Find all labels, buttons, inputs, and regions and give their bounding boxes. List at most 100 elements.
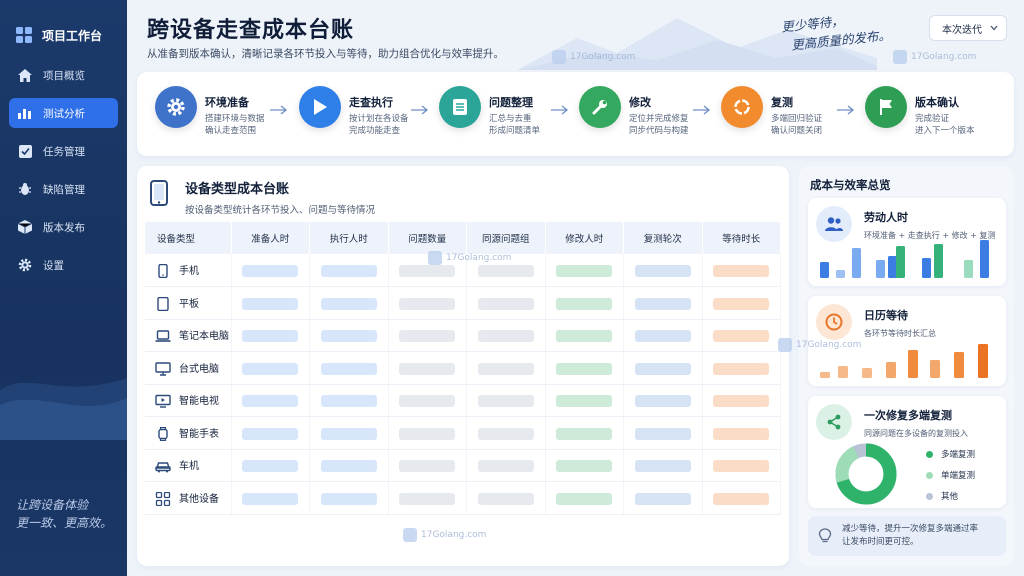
step-execution[interactable]: 走查执行 按计划在各设备 完成功能走查 [299,86,409,137]
cell-groups [466,286,546,320]
people-icon [816,206,852,242]
labor-bar [980,240,989,278]
cell-fix [545,481,624,515]
sidebar-nav: 项目概览 测试分析 任务管理 缺陷管理 版本发布 设置 [0,60,127,280]
value-bar [242,395,299,408]
legend-item: 单端复测 [926,469,975,481]
table-row[interactable]: 台式电脑 [145,351,781,385]
sidebar-item-label: 版本发布 [43,221,85,234]
cell-retest [623,481,703,515]
cell-retest [623,416,703,450]
value-bar [320,330,377,343]
value-bar [399,427,456,440]
cell-wait [702,351,781,385]
watermark: 17Golang.com [428,251,511,265]
table-row[interactable]: 平板 [145,286,781,320]
step-fix[interactable]: 修改 定位并完成修复 同步代码与构建 [579,86,689,137]
value-bar [320,427,377,440]
step-version-confirm[interactable]: 版本确认 完成验证 进入下一个版本 [865,86,975,137]
value-bar [477,460,534,473]
step-title: 修改 [629,96,651,109]
cell-prep [231,351,310,385]
lightbulb-icon [818,528,832,543]
arrow-right-icon [270,105,288,115]
sidebar-item-label: 缺陷管理 [43,183,85,196]
tip-box: 减少等待，提升一次修复多端通过率 让发布时间更可控。 [808,516,1006,556]
step-env-prep[interactable]: 环境准备 搭建环境与数据 确认走查范围 [155,86,265,137]
sidebar-item-release[interactable]: 版本发布 [9,212,118,242]
cell-fix [545,254,624,287]
value-bar [320,395,377,408]
cell-issues [388,319,467,352]
multi-title: 一次修复多端复测 [864,409,952,422]
ledger-subtitle: 按设备类型统计各环节投入、问题与等待情况 [185,205,376,216]
value-bar [634,460,691,473]
cell-wait [702,384,781,417]
page-title: 跨设备走查成本台账 [147,18,355,43]
cell-issues [388,416,467,450]
labor-hours-card[interactable]: 劳动人时 环境准备 + 走查执行 + 修改 + 复测 [808,198,1006,286]
value-bar [713,362,770,375]
sidebar-item-settings[interactable]: 设置 [9,250,118,280]
value-bar [713,330,770,343]
wait-bar [886,362,896,378]
cell-issues [388,351,467,385]
value-bar [713,460,770,473]
labor-bar [934,244,943,278]
sidebar-item-label: 测试分析 [43,107,85,120]
cell-wait [702,416,781,450]
value-bar [399,265,456,277]
sidebar-item-label: 设置 [43,259,64,272]
labor-bar [888,256,897,278]
step-desc: 按计划在各设备 完成功能走查 [349,114,409,136]
value-bar [399,460,456,473]
watermark-logo-icon [552,50,566,64]
value-bar [320,265,377,277]
value-bar [320,362,377,375]
value-bar [399,330,456,343]
step-retest[interactable]: 复测 多端回归验证 确认问题关闭 [721,86,822,137]
watermark-logo-icon [403,528,417,542]
device-cell: 其他设备 [145,481,232,515]
document-icon [439,86,481,128]
cell-groups [466,384,546,417]
column-header: 复测轮次 [623,222,703,254]
step-issue-triage[interactable]: 问题整理 汇总与去重 形成问题清单 [439,86,540,137]
value-bar [242,427,299,440]
gear-icon [155,86,197,128]
value-bar [242,362,299,375]
table-row[interactable]: 其他设备 [145,481,781,515]
device-label: 智能电视 [179,396,219,408]
sidebar-item-tasks[interactable]: 任务管理 [9,136,118,166]
home-icon [17,67,33,83]
tablet-icon [150,180,168,206]
value-bar [634,395,691,408]
ledger-card: 设备类型成本台账 按设备类型统计各环节投入、问题与等待情况 设备类型 准备人时 … [137,166,789,566]
table-row[interactable]: 笔记本电脑 [145,319,781,352]
table-row[interactable]: 智能手表 [145,416,781,450]
labor-bar [896,246,905,278]
slogan-line: 让跨设备体验 [16,498,89,512]
sidebar-item-overview[interactable]: 项目概览 [9,60,118,90]
value-bar [399,395,456,408]
labor-bar [852,248,861,278]
sidebar-item-defects[interactable]: 缺陷管理 [9,174,118,204]
workspace-grid-icon [16,27,32,43]
cell-wait [702,286,781,320]
table-row[interactable]: 智能电视 [145,384,781,417]
sidebar-item-test-analysis[interactable]: 测试分析 [9,98,118,128]
ledger-table: 设备类型 准备人时 执行人时 问题数量 同源问题组 修改人时 复测轮次 等待时长… [145,222,781,515]
share-icon [816,404,852,440]
step-title: 复测 [771,96,793,109]
value-bar [477,330,534,343]
tablet-icon [157,296,169,311]
calendar-title: 日历等待 [864,309,908,322]
iteration-select[interactable]: 本次迭代 [929,15,1007,41]
grid-icon [155,491,171,506]
table-row[interactable]: 车机 [145,449,781,482]
column-header: 同源问题组 [466,222,546,254]
brand[interactable]: 项目工作台 [0,0,127,52]
arrow-right-icon [837,105,855,115]
multi-retest-card[interactable]: 一次修复多端复测 同源问题在多设备的复测投入 多端复测 单端复测 其他 [808,396,1006,508]
cell-wait [702,481,781,515]
